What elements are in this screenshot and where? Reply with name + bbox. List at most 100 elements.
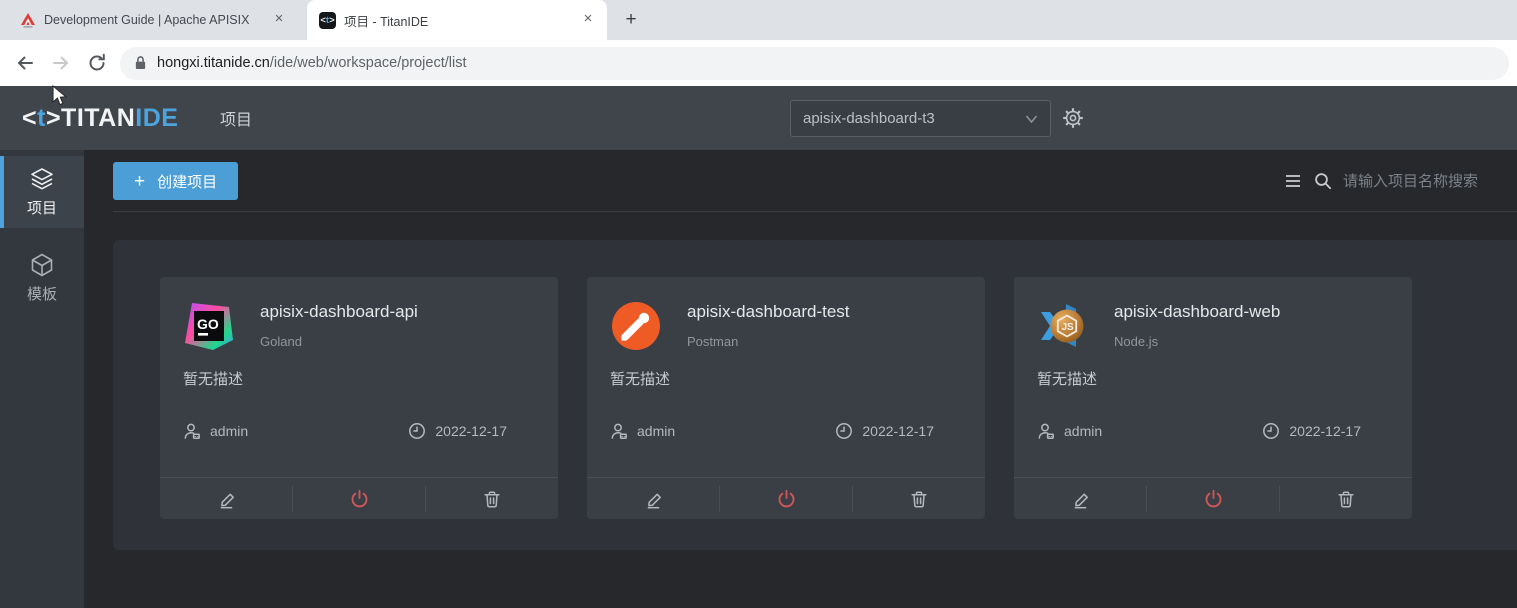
nodejs-icon: JS bbox=[1037, 300, 1089, 352]
browser-tab-apisix[interactable]: Development Guide | Apache APISIX × bbox=[8, 0, 298, 40]
workspace-select[interactable]: apisix-dashboard-t3 bbox=[790, 100, 1051, 137]
sidebar: 项目 模板 bbox=[0, 150, 84, 608]
owner-cell: admin bbox=[610, 422, 675, 440]
project-meta: admin 2022-12-17 bbox=[183, 422, 507, 440]
tab-title: 项目 - TitanIDE bbox=[344, 11, 571, 30]
clock-icon bbox=[408, 422, 426, 440]
project-ide: Postman bbox=[687, 334, 738, 349]
svg-text:JS: JS bbox=[1062, 322, 1075, 333]
date-label: 2022-12-17 bbox=[1289, 423, 1361, 439]
clock-icon bbox=[835, 422, 853, 440]
edit-pencil-icon bbox=[643, 488, 664, 509]
power-icon bbox=[776, 488, 797, 509]
user-icon bbox=[610, 422, 628, 440]
sidebar-item-templates[interactable]: 模板 bbox=[0, 242, 84, 314]
project-description: 暂无描述 bbox=[1037, 368, 1097, 389]
project-description: 暂无描述 bbox=[183, 368, 243, 389]
user-icon bbox=[183, 422, 201, 440]
create-project-button[interactable]: + 创建项目 bbox=[113, 162, 238, 200]
card-actions bbox=[587, 477, 985, 519]
close-icon[interactable]: × bbox=[579, 11, 597, 29]
project-meta: admin 2022-12-17 bbox=[1037, 422, 1361, 440]
lock-icon bbox=[134, 55, 147, 71]
power-button[interactable] bbox=[293, 478, 425, 519]
new-tab-button[interactable]: + bbox=[618, 7, 644, 33]
titanide-favicon-icon: <t> bbox=[319, 12, 336, 29]
clock-icon bbox=[1262, 422, 1280, 440]
project-description: 暂无描述 bbox=[610, 368, 670, 389]
browser-tab-titanide[interactable]: <t> 项目 - TitanIDE × bbox=[307, 0, 607, 40]
browser-address-bar: hongxi.titanide.cn/ide/web/workspace/pro… bbox=[0, 40, 1517, 86]
close-icon[interactable]: × bbox=[270, 11, 288, 29]
trash-icon bbox=[482, 489, 502, 509]
owner-cell: admin bbox=[183, 422, 248, 440]
owner-label: admin bbox=[210, 423, 248, 439]
delete-button[interactable] bbox=[853, 478, 985, 519]
project-name: apisix-dashboard-api bbox=[260, 302, 418, 322]
titanide-logo: <t>TITANIDE bbox=[22, 86, 178, 150]
power-button[interactable] bbox=[720, 478, 852, 519]
back-icon[interactable] bbox=[14, 52, 36, 74]
edit-button[interactable] bbox=[587, 478, 719, 519]
delete-button[interactable] bbox=[1280, 478, 1412, 519]
project-name: apisix-dashboard-web bbox=[1114, 302, 1280, 322]
goland-icon: GO bbox=[183, 300, 235, 352]
settings-gear-icon[interactable] bbox=[1062, 107, 1084, 129]
date-cell: 2022-12-17 bbox=[408, 422, 507, 440]
card-actions bbox=[160, 477, 558, 519]
svg-text:GO: GO bbox=[197, 316, 219, 332]
refresh-icon[interactable] bbox=[86, 52, 108, 74]
card-actions bbox=[1014, 477, 1412, 519]
search-input[interactable] bbox=[1343, 173, 1505, 190]
apisix-favicon-icon bbox=[20, 12, 36, 28]
power-icon bbox=[1203, 488, 1224, 509]
delete-button[interactable] bbox=[426, 478, 558, 519]
owner-label: admin bbox=[637, 423, 675, 439]
header-nav-projects[interactable]: 项目 bbox=[220, 86, 252, 150]
plus-icon: + bbox=[134, 172, 145, 191]
postman-icon bbox=[610, 300, 662, 352]
project-card[interactable]: JS apisix-dashboard-web Node.js 暂无描述 adm… bbox=[1014, 277, 1412, 519]
workspace-select-value: apisix-dashboard-t3 bbox=[803, 110, 935, 127]
chevron-down-icon bbox=[1025, 114, 1038, 124]
edit-pencil-icon bbox=[216, 488, 237, 509]
projects-panel: GO apisix-dashboard-api Goland 暂无描述 ad bbox=[113, 240, 1517, 550]
search-zone bbox=[1285, 150, 1505, 212]
cube-icon bbox=[29, 252, 55, 278]
layers-icon bbox=[29, 166, 55, 192]
url-text: hongxi.titanide.cn/ide/web/workspace/pro… bbox=[157, 55, 467, 71]
trash-icon bbox=[909, 489, 929, 509]
project-meta: admin 2022-12-17 bbox=[610, 422, 934, 440]
create-project-label: 创建项目 bbox=[157, 171, 217, 192]
edit-button[interactable] bbox=[1014, 478, 1146, 519]
date-cell: 2022-12-17 bbox=[1262, 422, 1361, 440]
project-ide: Node.js bbox=[1114, 334, 1158, 349]
app-header: <t>TITANIDE 项目 apisix-dashboard-t3 bbox=[0, 86, 1517, 150]
search-icon[interactable] bbox=[1314, 172, 1332, 190]
owner-cell: admin bbox=[1037, 422, 1102, 440]
power-icon bbox=[349, 488, 370, 509]
project-card[interactable]: GO apisix-dashboard-api Goland 暂无描述 ad bbox=[160, 277, 558, 519]
project-card-grid: GO apisix-dashboard-api Goland 暂无描述 ad bbox=[113, 240, 1517, 519]
forward-icon[interactable] bbox=[50, 52, 72, 74]
browser-tab-strip: Development Guide | Apache APISIX × <t> … bbox=[0, 0, 1517, 40]
date-cell: 2022-12-17 bbox=[835, 422, 934, 440]
main-content: + 创建项目 GO bbox=[84, 150, 1517, 608]
owner-label: admin bbox=[1064, 423, 1102, 439]
project-name: apisix-dashboard-test bbox=[687, 302, 850, 322]
date-label: 2022-12-17 bbox=[435, 423, 507, 439]
sidebar-item-label: 项目 bbox=[27, 197, 57, 218]
date-label: 2022-12-17 bbox=[862, 423, 934, 439]
edit-button[interactable] bbox=[160, 478, 292, 519]
edit-pencil-icon bbox=[1070, 488, 1091, 509]
toolbar-divider bbox=[113, 211, 1517, 212]
trash-icon bbox=[1336, 489, 1356, 509]
user-icon bbox=[1037, 422, 1055, 440]
sidebar-item-label: 模板 bbox=[27, 283, 57, 304]
power-button[interactable] bbox=[1147, 478, 1279, 519]
url-bar[interactable]: hongxi.titanide.cn/ide/web/workspace/pro… bbox=[120, 47, 1509, 80]
list-view-icon[interactable] bbox=[1285, 173, 1303, 189]
sidebar-item-projects[interactable]: 项目 bbox=[0, 156, 84, 228]
project-card[interactable]: apisix-dashboard-test Postman 暂无描述 admin bbox=[587, 277, 985, 519]
tab-title: Development Guide | Apache APISIX bbox=[44, 13, 262, 27]
